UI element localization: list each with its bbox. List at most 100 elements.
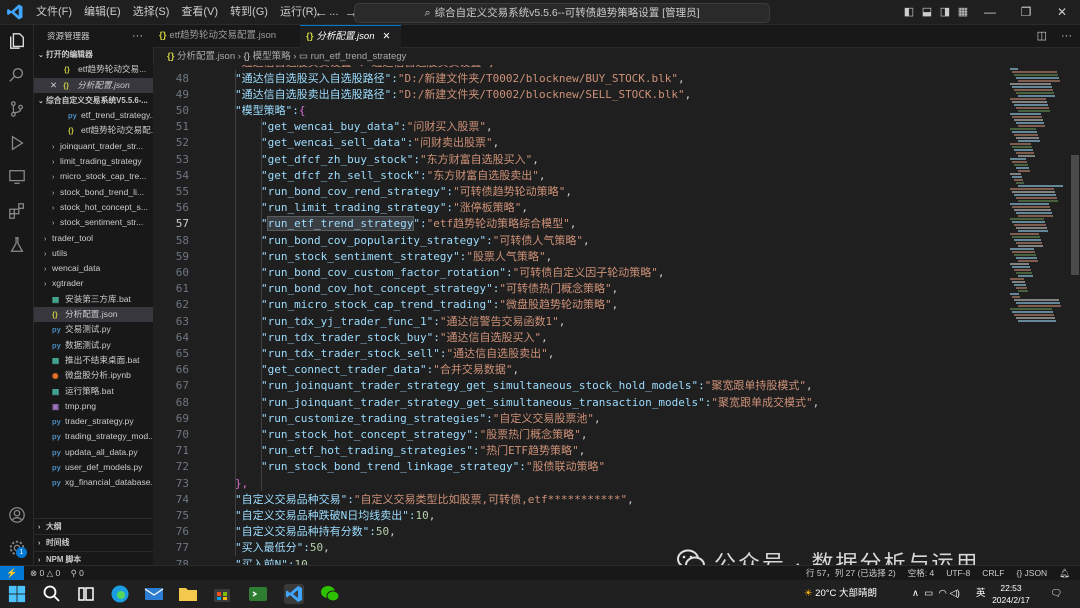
open-editors-section[interactable]: ⌄ 打开的编辑器 [34,47,153,62]
tray-icons[interactable]: ∧ ▭ ◠ ◁) [912,580,960,608]
menu-item[interactable]: 查看(V) [175,0,224,24]
menu-item[interactable]: 编辑(E) [78,0,127,24]
menu-item[interactable]: 转到(G) [224,0,274,24]
account-icon[interactable] [7,505,27,525]
file-tree-item[interactable]: py 数据测试.py [34,338,153,353]
file-tree-item[interactable]: › trader_tool [34,231,153,246]
terminal-app-icon[interactable] [248,584,268,604]
file-type-icon: py [52,340,61,350]
split-editor-icon[interactable]: ◫ [1037,25,1047,47]
system-clock[interactable]: 22:53 2024/2/17 [985,582,1037,606]
line-number: 78 [175,557,189,566]
toggle-panel-icon[interactable]: ⬓ [918,0,936,24]
breadcrumb-item[interactable]: 分析配置.json [177,51,235,62]
vertical-scrollbar[interactable] [1070,65,1080,565]
minimap-line [1012,266,1030,268]
code-editor[interactable]: "通达信自选股买卖设置":"通达信自选股买卖设置",48"通达信自选股买入自选股… [153,65,1008,565]
project-section[interactable]: ⌄ 综合自定义交易系统V5.5.6-... [34,93,153,108]
run-debug-icon[interactable] [7,133,27,153]
tab-analysis-config[interactable]: {} 分析配置.json ✕ [300,25,401,48]
tab-etf-config[interactable]: {} etf趋势轮动交易配置.json [153,25,306,47]
windows-start-icon[interactable] [8,585,26,603]
line-ending[interactable]: CRLF [982,566,1004,581]
code-text: "get_dfcf_zh_buy_stock":"东方财富自选股买入", [261,152,539,168]
customize-layout-icon[interactable]: ▦ [954,0,972,24]
command-center[interactable]: ⌕ 综合自定义交易系统v5.5.6--可转债趋势策略设置 [管理员] [354,3,770,23]
scroll-thumb[interactable] [1071,155,1079,275]
source-control-icon[interactable] [7,99,27,119]
file-tree-label: 安装第三方库.bat [65,293,131,304]
file-tree-item[interactable]: py trading_strategy_mod... [34,429,153,444]
file-tree-item[interactable]: › stock_sentiment_str... [34,215,153,230]
file-tree-item[interactable]: ◉ 微盘股分析.ipynb [34,368,153,383]
file-tree-item[interactable]: py etf_trend_strategy.... [34,108,153,123]
sidebar-section[interactable]: › NPM 脚本 [34,550,153,565]
notification-center-icon[interactable]: 🗨︎ [1050,580,1062,608]
file-tree-item[interactable]: › wencai_data [34,261,153,276]
testing-flask-icon[interactable] [7,235,27,255]
file-tree-item[interactable]: py user_def_models.py [34,460,153,475]
file-tree-item[interactable]: › limit_trading_strategy [34,154,153,169]
file-tree-item[interactable]: py trader_strategy.py [34,414,153,429]
file-tree-item[interactable]: › joinquant_trader_str... [34,139,153,154]
sidebar-section[interactable]: › 大纲 [34,518,153,534]
vscode-taskbar-icon[interactable] [284,584,304,604]
breadcrumb-item[interactable]: 模型策略 [253,51,291,62]
toggle-sidebar-icon[interactable]: ◧ [900,0,918,24]
close-icon[interactable]: ✕ [50,80,57,90]
mail-icon[interactable] [144,584,164,604]
menu-item[interactable]: 文件(F) [30,0,78,24]
minimap[interactable] [1008,65,1070,565]
file-tree-item[interactable]: ▤ 运行策略.bat [34,384,153,399]
taskbar-search-icon[interactable] [42,584,62,604]
encoding[interactable]: UTF-8 [946,566,970,581]
more-tab-actions-icon[interactable]: ··· [1061,25,1072,47]
file-tree-item[interactable]: py xg_financial_database... [34,475,153,490]
file-tree-item[interactable]: {} etf趋势轮动交易配... [34,123,153,138]
file-tree-item[interactable]: › stock_bond_trend_li... [34,185,153,200]
file-tree-item[interactable]: ▤ 推出不结束桌面.bat [34,353,153,368]
store-icon[interactable] [212,584,232,604]
file-tree-item[interactable]: ▣ tmp.png [34,399,153,414]
remote-indicator-icon[interactable]: ⚡ [0,566,24,581]
task-view-icon[interactable] [76,584,96,604]
file-tree-item[interactable]: py updata_all_data.py [34,445,153,460]
search-activity-icon[interactable] [7,65,27,85]
ports-count[interactable]: ⚲ 0 [71,568,84,578]
indentation[interactable]: 空格: 4 [908,566,934,581]
language-mode[interactable]: {} JSON [1016,566,1047,581]
cursor-position[interactable]: 行 57，列 27 (已选择 2) [806,566,896,581]
notifications-bell-icon[interactable]: 🔔︎ [1059,566,1070,581]
minimize-button[interactable]: — [972,0,1008,24]
file-tree-item[interactable]: › stock_hot_concept_s... [34,200,153,215]
file-tree-item[interactable]: › xgtrader [34,276,153,291]
more-actions-icon[interactable]: ··· [132,25,143,47]
remote-explorer-icon[interactable] [7,167,27,187]
weather-widget[interactable]: ☀ 20°C 大部晴朗 [804,580,877,608]
extensions-icon[interactable] [7,201,27,221]
maximize-button[interactable]: ❐ [1008,0,1044,24]
file-tree-item[interactable]: py 交易测试.py [34,322,153,337]
minimap-line [1016,242,1042,244]
problems-count[interactable]: ⊗ 0 △ 0 [30,568,60,578]
wechat-taskbar-icon[interactable] [320,584,340,604]
file-tree-item[interactable]: ▤ 安装第三方库.bat [34,292,153,307]
file-tree-item[interactable]: › utils [34,246,153,261]
close-icon[interactable]: ✕ [382,31,390,42]
toggle-secondary-sidebar-icon[interactable]: ◨ [936,0,954,24]
menu-item[interactable]: 选择(S) [127,0,176,24]
file-explorer-icon[interactable] [178,584,198,604]
explorer-icon[interactable] [7,31,27,51]
sidebar-section[interactable]: › 时间线 [34,534,153,550]
file-tree-item[interactable]: › micro_stock_cap_tre... [34,169,153,184]
line-number: 51 [175,120,189,134]
breadcrumb-item[interactable]: run_etf_trend_strategy [311,51,407,62]
file-tree-item[interactable]: {} 分析配置.json [34,307,153,323]
edge-browser-icon[interactable] [110,584,130,604]
minimap-line [1016,212,1052,214]
minimap-line [1012,206,1050,208]
open-editor-item[interactable]: {} etf趋势轮动交易... [34,62,153,77]
back-arrow-icon[interactable]: ← [314,0,328,24]
open-editor-item[interactable]: ✕ {} 分析配置.json [34,77,153,93]
close-window-button[interactable]: ✕ [1044,0,1080,24]
